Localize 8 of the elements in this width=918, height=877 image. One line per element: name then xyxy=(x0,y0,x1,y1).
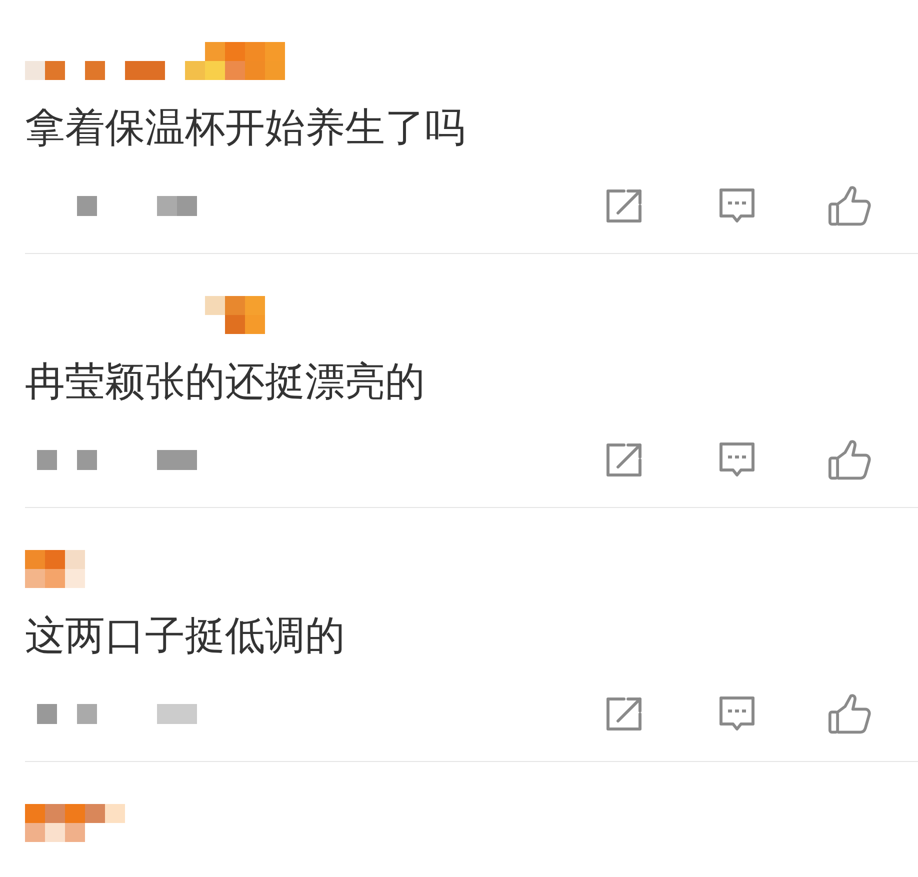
pixelated-username xyxy=(25,550,85,588)
pixelated-username xyxy=(205,296,265,334)
thumbs-up-icon[interactable] xyxy=(828,438,872,482)
comment-text: 拿着保温杯开始养生了吗 xyxy=(25,104,465,153)
comment-text: 冉莹颖张的还挺漂亮的 xyxy=(25,358,425,407)
thumbs-up-icon[interactable] xyxy=(828,692,872,736)
comment-text: 这两口子挺低调的 xyxy=(25,612,345,661)
thumbs-up-icon[interactable] xyxy=(828,184,872,228)
